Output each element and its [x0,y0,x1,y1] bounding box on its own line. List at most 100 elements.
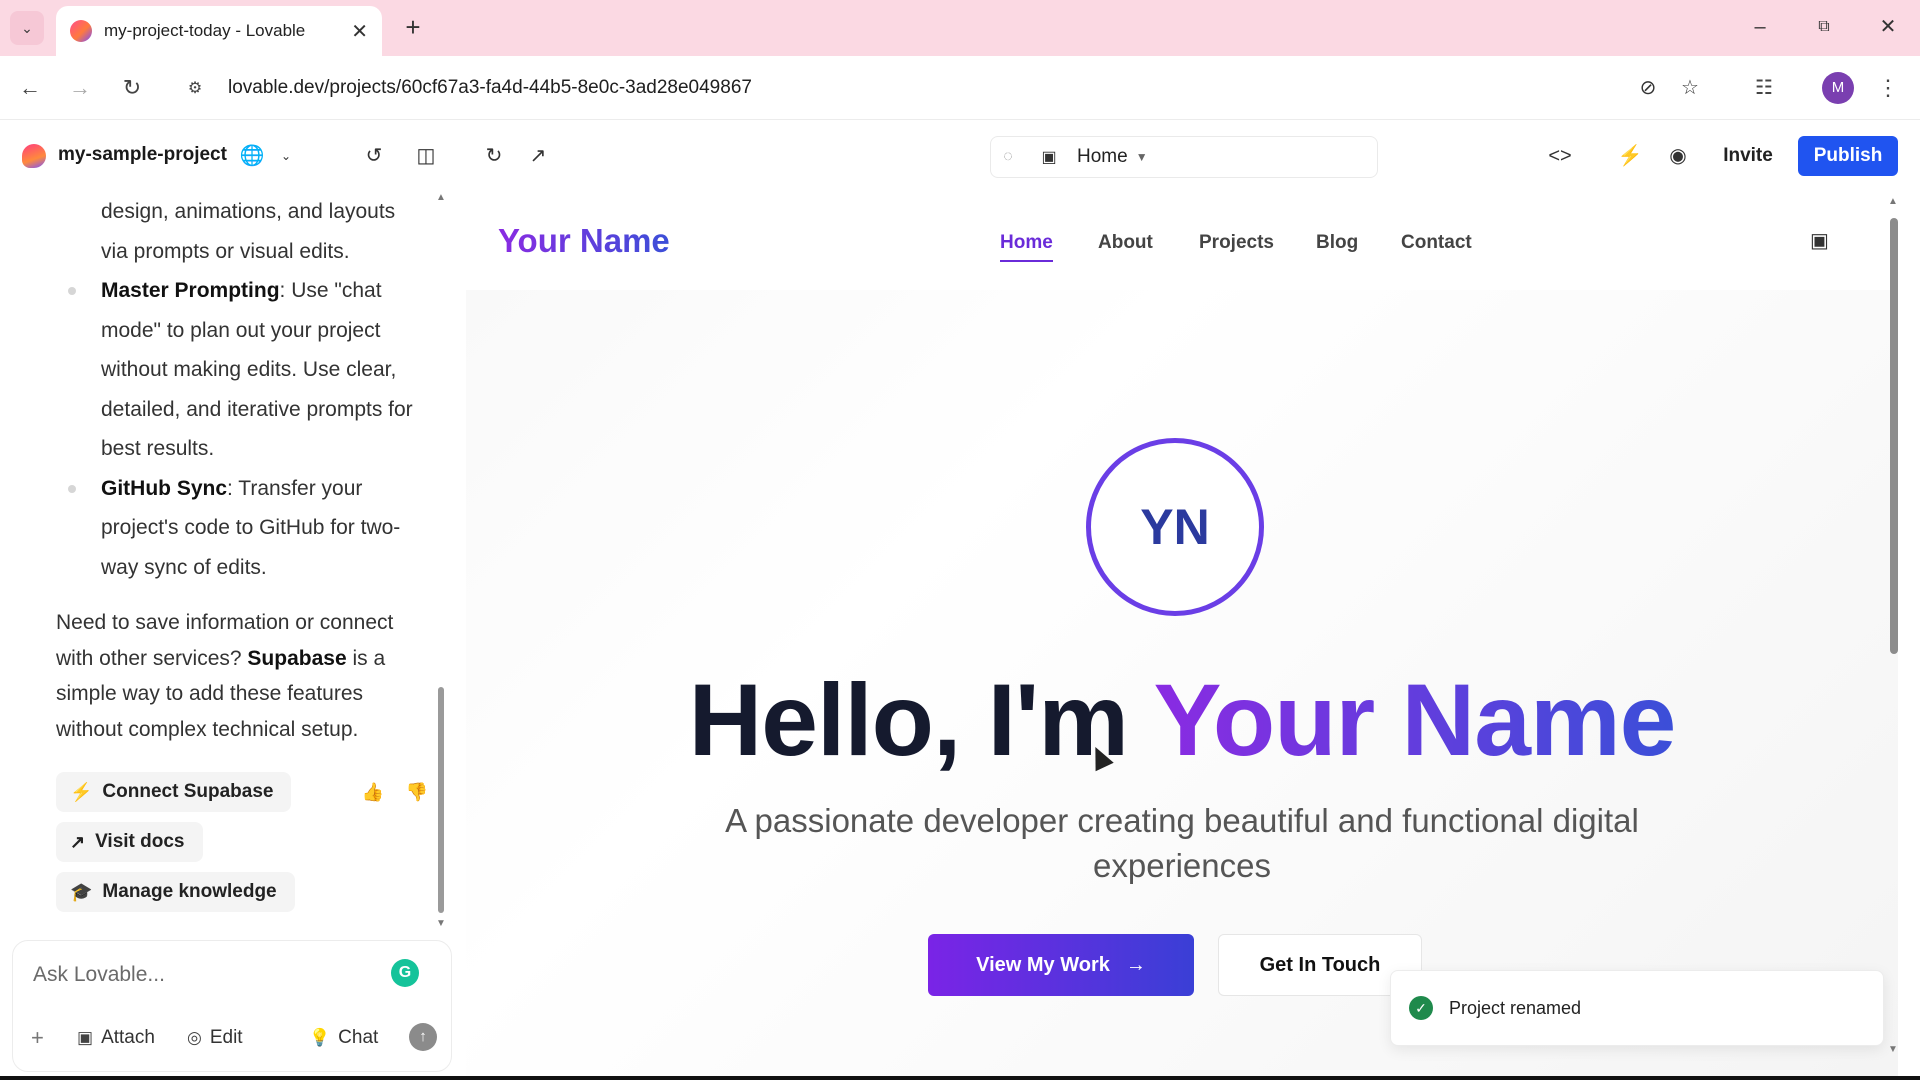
site-brand[interactable]: Your Name [498,222,670,260]
project-name[interactable]: my-sample-project [58,144,227,166]
avatar: YN [1086,438,1264,616]
browser-tab-strip: ⌄ my-project-today - Lovable ✕ + – ⧉ ✕ [0,0,1920,56]
nav-link-home[interactable]: Home [1000,232,1053,262]
check-circle-icon: ✓ [1409,996,1433,1020]
thumbs-down-icon[interactable]: 👎 [406,782,428,803]
list-item: GitHub Sync: Transfer your project's cod… [56,469,426,588]
back-icon[interactable]: ← [12,70,48,106]
kebab-menu-icon[interactable]: ⋮ [1876,70,1900,106]
browser-toolbar: ← → ↻ ⚙ lovable.dev/projects/60cf67a3-fa… [0,56,1920,120]
close-window-icon[interactable]: ✕ [1868,10,1908,44]
chat-messages[interactable]: design, animations, and layouts via prom… [0,192,466,930]
edit-button[interactable]: ◎ Edit [187,1023,243,1053]
message-actions: ⚡ Connect Supabase 👍 👎 ↗ Visit docs 🎓 Manage… [56,772,436,922]
grammarly-icon[interactable]: G [391,959,419,987]
plus-icon[interactable]: + [396,10,430,44]
loading-icon: ◌ [1003,148,1013,165]
view-my-work-button[interactable]: View My Work → [928,934,1194,996]
toast-notification: ✓ Project renamed [1390,970,1884,1046]
refresh-preview-icon[interactable]: ↻ [478,140,510,172]
assistant-message: design, animations, and layouts via prom… [56,192,426,747]
site-settings-icon[interactable]: ⚙ [182,78,208,98]
lovable-favicon-icon [70,20,92,42]
list-item-title: Master Prompting [101,279,280,302]
plus-icon[interactable]: + [31,1023,44,1053]
extensions-icon[interactable]: ☷ [1746,70,1782,106]
app-header: my-sample-project 🌐 ⌄ ↺ ◫ ↻ ↗ ◌ ▣ Home ▼… [0,120,1920,192]
avatar[interactable]: M [1822,72,1854,104]
globe-icon[interactable]: 🌐 [236,140,268,172]
hero-subtitle: A passionate developer creating beautifu… [725,802,1639,884]
ask-input[interactable] [33,963,373,987]
list-item-title: GitHub Sync [101,476,228,500]
chevron-down-icon[interactable]: ⌄ [270,140,302,172]
nav-link-blog[interactable]: Blog [1316,232,1358,254]
bullet-icon [68,287,76,295]
connect-supabase-button[interactable]: ⚡ Connect Supabase [56,772,292,812]
preview-panel: Your Name Home About Projects Blog Conta… [466,192,1898,1080]
invite-button[interactable]: Invite [1706,136,1790,176]
chevron-down-icon: ▼ [1135,150,1148,164]
eye-off-icon[interactable]: ⊘ [1630,70,1666,106]
restore-icon[interactable]: ⧉ [1804,10,1844,44]
hero-title: Hello, I'm Your Name [466,662,1898,779]
code-icon[interactable]: <> [1544,140,1576,172]
supabase-bolt-icon[interactable]: ⚡ [1614,140,1646,172]
url-text[interactable]: lovable.dev/projects/60cf67a3-fa4d-44b5-… [228,77,752,99]
monitor-icon[interactable]: ▣ [1810,228,1829,253]
screen-bottom-edge [0,1076,1920,1080]
button-label: Connect Supabase [102,781,274,802]
bolt-icon: ⚡ [70,781,93,802]
supabase-paragraph: Need to save information or connect with… [56,605,426,747]
nav-link-about[interactable]: About [1098,232,1153,254]
list-item: Master Prompting: Use "chat mode" to pla… [56,271,426,469]
lovable-logo-icon[interactable] [22,144,46,168]
scroll-down-icon[interactable]: ▼ [1888,1044,1898,1055]
route-label: Home [1077,146,1128,167]
send-icon[interactable]: ↑ [409,1023,437,1051]
close-icon[interactable]: ✕ [351,19,368,44]
scroll-up-icon[interactable]: ▲ [436,192,446,203]
toast-text: Project renamed [1449,997,1582,1018]
paragraph-bold: Supabase [247,646,347,670]
preview-scrollbar[interactable] [1890,218,1898,654]
arrow-right-icon: → [1125,953,1146,976]
list-item-text: design, animations, and layouts via prom… [101,200,396,263]
address-bar[interactable]: ⚙ lovable.dev/projects/60cf67a3-fa4d-44b… [176,65,1718,111]
minimize-icon[interactable]: – [1740,10,1780,44]
hero-name: Your Name [1153,663,1676,777]
publish-button[interactable]: Publish [1798,136,1898,176]
nav-link-contact[interactable]: Contact [1401,232,1472,254]
star-icon[interactable]: ☆ [1672,70,1708,106]
scroll-down-icon[interactable]: ▼ [436,918,446,929]
manage-knowledge-button[interactable]: 🎓 Manage knowledge [56,872,295,912]
reload-icon[interactable]: ↻ [114,70,150,106]
graduation-cap-icon: 🎓 [70,881,93,902]
lightbulb-icon: 💡 [309,1028,331,1047]
forward-icon[interactable]: → [62,70,98,106]
visit-docs-button[interactable]: ↗ Visit docs [56,822,203,862]
scroll-up-icon[interactable]: ▲ [1888,196,1898,207]
sidebar-toggle-icon[interactable]: ◫ [410,140,442,172]
thumbs-up-icon[interactable]: 👍 [361,782,383,803]
route-selector[interactable]: ◌ ▣ Home ▼ [990,136,1378,178]
hero-prefix: Hello, I'm [688,663,1154,777]
open-external-icon[interactable]: ↗ [522,140,554,172]
attach-button[interactable]: ▣ Attach [77,1023,155,1053]
list-item: design, animations, and layouts via prom… [56,192,426,271]
browser-tab[interactable]: my-project-today - Lovable ✕ [56,6,382,56]
bullet-icon [68,484,76,493]
chat-scrollbar[interactable] [438,687,444,913]
button-label: Edit [209,1027,243,1048]
arrow-up-right-icon: ↗ [70,831,86,852]
image-icon: ▣ [77,1028,94,1047]
feedback-buttons: 👍 👎 [361,782,428,803]
tab-search-icon[interactable]: ⌄ [10,11,44,45]
history-icon[interactable]: ↺ [358,140,390,172]
button-label: Chat [338,1027,379,1048]
github-icon[interactable]: ◉ [1662,140,1694,172]
button-label: View My Work [976,953,1110,976]
nav-link-projects[interactable]: Projects [1199,232,1274,254]
chat-mode-button[interactable]: 💡 Chat [309,1023,378,1053]
action-row: ⚡ Connect Supabase 👍 👎 [56,772,436,822]
